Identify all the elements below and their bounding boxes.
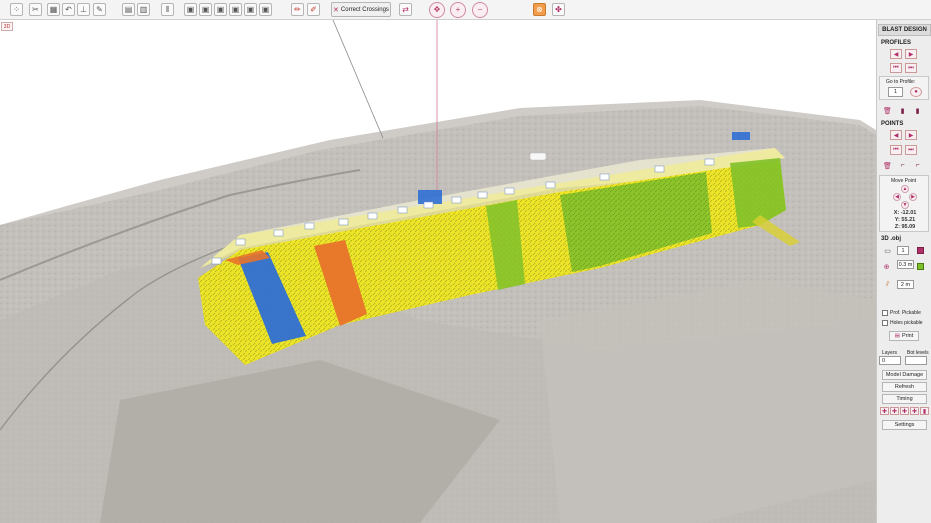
tool1-icon[interactable]: ✚: [880, 407, 889, 415]
obj-color-icon[interactable]: [917, 247, 924, 254]
stop-icon[interactable]: ⊗: [533, 3, 546, 16]
print-icon: ▤: [894, 333, 900, 339]
prof-pickable-checkbox[interactable]: [882, 310, 888, 316]
book-icon[interactable]: ▥: [137, 3, 150, 16]
obj-heading: 3D .obj: [881, 236, 902, 242]
pencil-delete-icon[interactable]: ✐: [307, 3, 320, 16]
pencil-icon[interactable]: ✏: [291, 3, 304, 16]
delete-point-icon[interactable]: 🗑: [883, 161, 892, 170]
blocks2-icon[interactable]: ▣: [199, 3, 212, 16]
terrain-model: [0, 20, 876, 523]
crossings-icon: ✕: [333, 6, 339, 14]
move-point-box: Move Point ▲ ◀ ▶ ▼ X: -12.01 Y: 55.21 Z:…: [879, 175, 929, 232]
point-edit-icon[interactable]: ⌐: [898, 161, 907, 170]
next-point-icon[interactable]: ▶: [905, 130, 917, 140]
panel-title: BLAST DESIGN: [878, 24, 931, 36]
3d-viewport[interactable]: 3D: [0, 20, 876, 523]
blocks-icon[interactable]: ▣: [184, 3, 197, 16]
blocks5-icon[interactable]: ▣: [244, 3, 257, 16]
refresh-button[interactable]: Refresh: [882, 382, 927, 392]
bot-levels-input[interactable]: [905, 356, 927, 365]
holes-pickable-label: Holes pickable: [890, 320, 923, 326]
swap-icon[interactable]: ⇄: [399, 3, 412, 16]
points-heading: POINTS: [881, 121, 904, 127]
go-to-profile-label: Go to Profile:: [886, 79, 916, 85]
move-up-icon[interactable]: ▲: [901, 185, 909, 193]
blocks4-icon[interactable]: ▣: [229, 3, 242, 16]
blocks3-icon[interactable]: ▣: [214, 3, 227, 16]
next-profile-icon[interactable]: ▶: [905, 49, 917, 59]
go-to-profile-input[interactable]: 1: [888, 87, 903, 97]
tool4-icon[interactable]: ✚: [910, 407, 919, 415]
y-coordinate: Y: 55.21: [894, 217, 916, 223]
holes-pickable-checkbox[interactable]: [882, 320, 888, 326]
profile-book2-icon[interactable]: ▮: [913, 106, 922, 115]
last-profile-icon[interactable]: ⏭: [905, 63, 917, 73]
view-mode-badge[interactable]: 3D: [1, 22, 13, 31]
target-icon[interactable]: ⊕: [882, 262, 891, 271]
column-icon[interactable]: ⫴: [161, 3, 174, 16]
x-coordinate: X: -12.01: [893, 210, 917, 216]
table-icon[interactable]: ▤: [122, 3, 135, 16]
layers-hatch-icon[interactable]: ⫽: [883, 280, 892, 289]
main-toolbar: ⁘ ✂ ▦ ↶ ⊥ ✎ ▤ ▥ ⫴ ▣ ▣ ▣ ▣ ▣ ▣ ✏ ✐ ✕ Corr…: [0, 0, 931, 20]
tool5-icon[interactable]: ▮: [920, 407, 929, 415]
pen-icon[interactable]: ✎: [93, 3, 106, 16]
points-icon[interactable]: ⁘: [10, 3, 23, 16]
prev-point-icon[interactable]: ◀: [890, 130, 902, 140]
timing-button[interactable]: Timing: [882, 394, 927, 404]
move-right-icon[interactable]: ▶: [909, 193, 917, 201]
blast-design-panel: BLAST DESIGN PROFILES ◀ ▶ ⏮ ⏭ Go to Prof…: [876, 20, 931, 523]
first-point-icon[interactable]: ⏮: [890, 145, 902, 155]
tool3-icon[interactable]: ✚: [900, 407, 909, 415]
move-icon[interactable]: ✥: [429, 2, 445, 18]
model-damage-button[interactable]: Model Damage: [882, 370, 927, 380]
pin-icon[interactable]: ✤: [552, 3, 565, 16]
print-label: Print: [901, 333, 914, 339]
move-point-label: Move Point: [891, 178, 917, 184]
z-coordinate: Z: 95.09: [894, 224, 916, 230]
grid-icon[interactable]: ▦: [47, 3, 60, 16]
correct-crossings-button[interactable]: ✕ Correct Crossings: [331, 2, 391, 17]
point-edit2-icon[interactable]: ⌐: [913, 161, 922, 170]
undo-edit-icon[interactable]: ↶: [62, 3, 75, 16]
measure-icon[interactable]: ⊥: [77, 3, 90, 16]
profiles-heading: PROFILES: [881, 40, 912, 46]
zoom-out-icon[interactable]: −: [472, 2, 488, 18]
delete-profile-icon[interactable]: 🗑: [883, 106, 892, 115]
first-profile-icon[interactable]: ⏮: [890, 63, 902, 73]
go-profile-icon[interactable]: ●: [910, 87, 922, 97]
layers-input[interactable]: 0: [879, 356, 901, 365]
move-left-icon[interactable]: ◀: [893, 193, 901, 201]
zoom-in-icon[interactable]: +: [450, 2, 466, 18]
move-down-icon[interactable]: ▼: [901, 201, 909, 209]
last-point-icon[interactable]: ⏭: [905, 145, 917, 155]
settings-button[interactable]: Settings: [882, 420, 927, 430]
correct-crossings-label: Correct Crossings: [340, 6, 389, 13]
prof-pickable-label: Prof. Pickable: [890, 310, 921, 316]
obj-file-icon[interactable]: ▭: [883, 246, 892, 255]
step-input[interactable]: 0.3 m: [897, 260, 914, 269]
count-input[interactable]: 2 m: [897, 280, 914, 289]
blocks6-icon[interactable]: ▣: [259, 3, 272, 16]
obj-input[interactable]: 1: [897, 246, 909, 255]
confirm-icon[interactable]: [917, 263, 924, 270]
prev-profile-icon[interactable]: ◀: [890, 49, 902, 59]
print-button[interactable]: ▤ Print: [889, 331, 919, 341]
split-line-icon[interactable]: ✂: [29, 3, 42, 16]
blast-design-app: ⁘ ✂ ▦ ↶ ⊥ ✎ ▤ ▥ ⫴ ▣ ▣ ▣ ▣ ▣ ▣ ✏ ✐ ✕ Corr…: [0, 0, 931, 523]
go-to-profile-box: Go to Profile: 1 ●: [879, 76, 929, 100]
tool2-icon[interactable]: ✚: [890, 407, 899, 415]
profile-book-icon[interactable]: ▮: [898, 106, 907, 115]
